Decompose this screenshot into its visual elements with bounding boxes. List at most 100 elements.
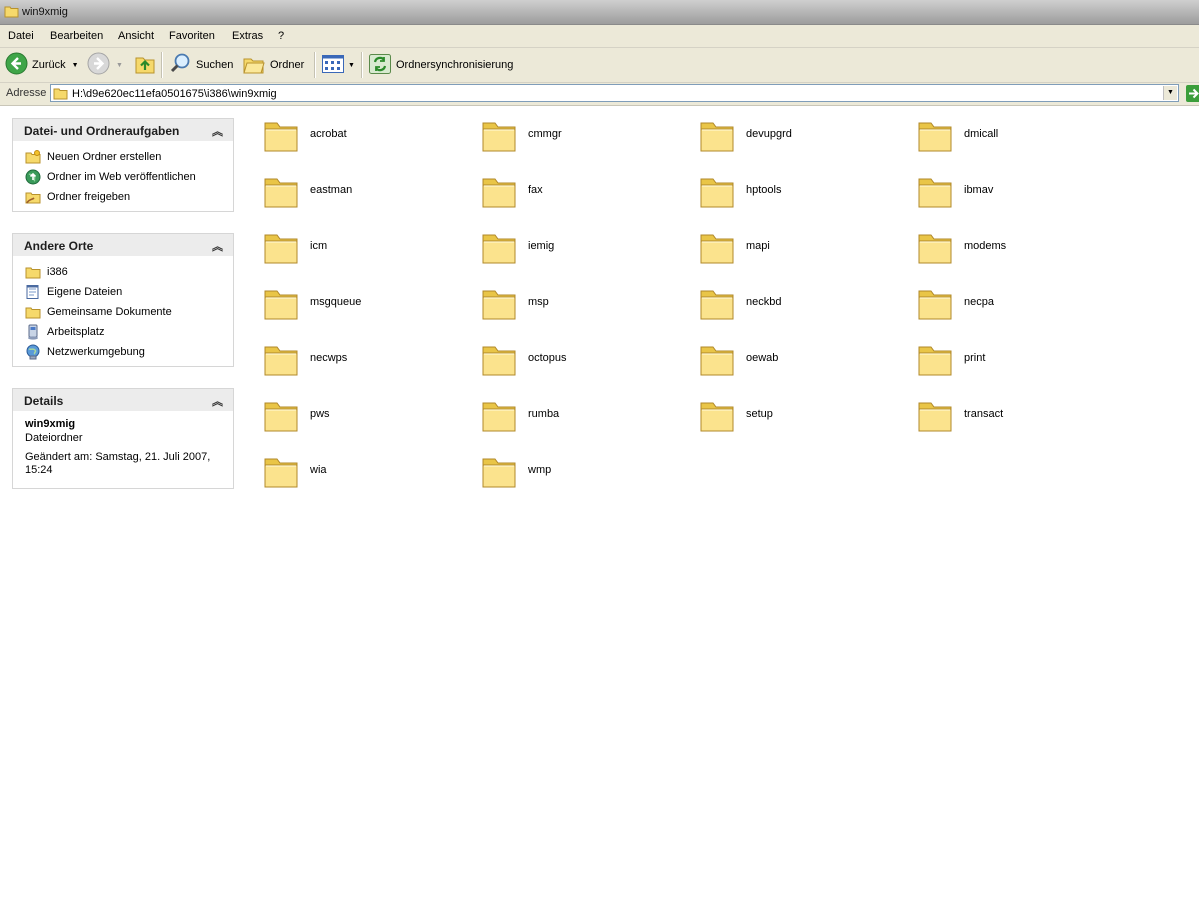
folder-item[interactable]: octopus — [480, 341, 690, 385]
folder-item[interactable]: wmp — [480, 453, 690, 497]
folder-icon — [25, 264, 41, 280]
folder-item[interactable]: iemig — [480, 229, 690, 273]
go-arrow-icon — [1189, 88, 1199, 99]
place-i386[interactable]: i386 — [25, 262, 233, 282]
menu-bar: Datei Bearbeiten Ansicht Favoriten Extra… — [0, 25, 1199, 48]
folder-name: transact — [964, 408, 1004, 420]
toolbar-separator — [161, 52, 163, 78]
places-panel-header[interactable]: Andere Orte ︽ — [13, 234, 233, 256]
folder-item[interactable]: mapi — [698, 229, 908, 273]
forward-arrow-icon — [87, 52, 110, 78]
go-button[interactable] — [1186, 85, 1199, 102]
title-bar: win9xmig — [0, 0, 1199, 25]
tasks-panel-header[interactable]: Datei- und Ordneraufgaben ︽ — [13, 119, 233, 141]
folder-item[interactable]: devupgrd — [698, 117, 908, 161]
folder-item[interactable]: dmicall — [916, 117, 1126, 161]
folders-button[interactable]: Ordner — [242, 52, 304, 78]
folder-item[interactable]: eastman — [262, 173, 472, 217]
folder-name: eastman — [310, 184, 353, 196]
toolbar: Zurück ▼ ▼ Suchen Ordner ▼ Ordnersynchro… — [0, 48, 1199, 83]
folder-name: neckbd — [746, 296, 782, 308]
menu-favorites[interactable]: Favoriten — [169, 30, 215, 42]
folder-item[interactable]: hptools — [698, 173, 908, 217]
back-label: Zurück — [32, 59, 66, 71]
folder-icon — [262, 397, 300, 438]
forward-button[interactable]: ▼ — [87, 52, 123, 78]
details-panel-header[interactable]: Details ︽ — [13, 389, 233, 411]
folder-item[interactable]: ibmav — [916, 173, 1126, 217]
search-button[interactable]: Suchen — [169, 52, 233, 78]
menu-view[interactable]: Ansicht — [118, 30, 154, 42]
forward-dropdown-icon[interactable]: ▼ — [116, 62, 123, 69]
folder-item[interactable]: icm — [262, 229, 472, 273]
folder-item[interactable]: transact — [916, 397, 1126, 441]
search-icon — [169, 52, 192, 78]
folder-icon — [916, 285, 954, 326]
folder-item[interactable]: rumba — [480, 397, 690, 441]
computer-icon — [25, 324, 41, 340]
menu-tools[interactable]: Extras — [232, 30, 263, 42]
views-icon — [321, 53, 345, 78]
folder-icon — [262, 229, 300, 270]
back-dropdown-icon[interactable]: ▼ — [72, 62, 79, 69]
folder-name: modems — [964, 240, 1007, 252]
folder-item[interactable]: necpa — [916, 285, 1126, 329]
folder-item[interactable]: modems — [916, 229, 1126, 273]
address-field[interactable]: H:\d9e620ec11efa0501675\i386\win9xmig ▼ — [50, 84, 1179, 102]
task-share-folder[interactable]: Ordner freigeben — [25, 187, 233, 207]
folder-item[interactable]: oewab — [698, 341, 908, 385]
search-label: Suchen — [196, 59, 234, 71]
folder-icon — [698, 397, 736, 438]
back-button[interactable]: Zurück ▼ — [5, 52, 79, 78]
folder-item[interactable]: msgqueue — [262, 285, 472, 329]
place-network[interactable]: Netzwerkumgebung — [25, 342, 233, 362]
folder-name: dmicall — [964, 128, 999, 140]
folder-item[interactable]: acrobat — [262, 117, 472, 161]
menu-edit[interactable]: Bearbeiten — [50, 30, 103, 42]
folder-item[interactable]: neckbd — [698, 285, 908, 329]
folder-icon — [480, 285, 518, 326]
folder-name: cmmgr — [528, 128, 562, 140]
collapse-icon[interactable]: ︽ — [212, 393, 223, 409]
folder-item[interactable]: wia — [262, 453, 472, 497]
address-value: H:\d9e620ec11efa0501675\i386\win9xmig — [72, 88, 277, 100]
task-publish-web[interactable]: Ordner im Web veröffentlichen — [25, 167, 233, 187]
place-my-documents[interactable]: Eigene Dateien — [25, 282, 233, 302]
place-shared-documents[interactable]: Gemeinsame Dokumente — [25, 302, 233, 322]
folder-name: ibmav — [964, 184, 994, 196]
address-dropdown-icon[interactable]: ▼ — [1163, 86, 1177, 100]
folder-name: necpa — [964, 296, 994, 308]
menu-file[interactable]: Datei — [8, 30, 34, 42]
sync-button[interactable]: Ordnersynchronisierung — [368, 52, 513, 78]
folder-name: pws — [310, 408, 330, 420]
folder-name: octopus — [528, 352, 567, 364]
folder-item[interactable]: fax — [480, 173, 690, 217]
collapse-icon[interactable]: ︽ — [212, 238, 223, 254]
up-button[interactable] — [134, 52, 156, 78]
network-icon — [25, 344, 41, 360]
folder-item[interactable]: necwps — [262, 341, 472, 385]
sync-icon — [368, 53, 392, 78]
address-bar: Adresse H:\d9e620ec11efa0501675\i386\win… — [0, 83, 1199, 106]
folder-icon — [698, 229, 736, 270]
folder-name: devupgrd — [746, 128, 792, 140]
folder-item[interactable]: pws — [262, 397, 472, 441]
folder-item[interactable]: cmmgr — [480, 117, 690, 161]
folder-name: icm — [310, 240, 328, 252]
folder-icon — [262, 285, 300, 326]
folder-icon — [4, 5, 19, 21]
folder-item[interactable]: setup — [698, 397, 908, 441]
place-my-computer[interactable]: Arbeitsplatz — [25, 322, 233, 342]
folder-item[interactable]: print — [916, 341, 1126, 385]
folder-name: iemig — [528, 240, 555, 252]
folder-icon — [480, 341, 518, 382]
places-panel: Andere Orte ︽ i386 Eigene Dateien Gemein… — [12, 233, 234, 367]
views-button[interactable]: ▼ — [321, 52, 355, 78]
folder-item[interactable]: msp — [480, 285, 690, 329]
menu-help[interactable]: ? — [278, 30, 284, 42]
views-dropdown-icon[interactable]: ▼ — [348, 62, 355, 69]
collapse-icon[interactable]: ︽ — [212, 123, 223, 139]
task-new-folder[interactable]: Neuen Ordner erstellen — [25, 147, 233, 167]
details-panel: Details ︽ win9xmig Dateiordner Geändert … — [12, 388, 234, 489]
folder-name: necwps — [310, 352, 348, 364]
